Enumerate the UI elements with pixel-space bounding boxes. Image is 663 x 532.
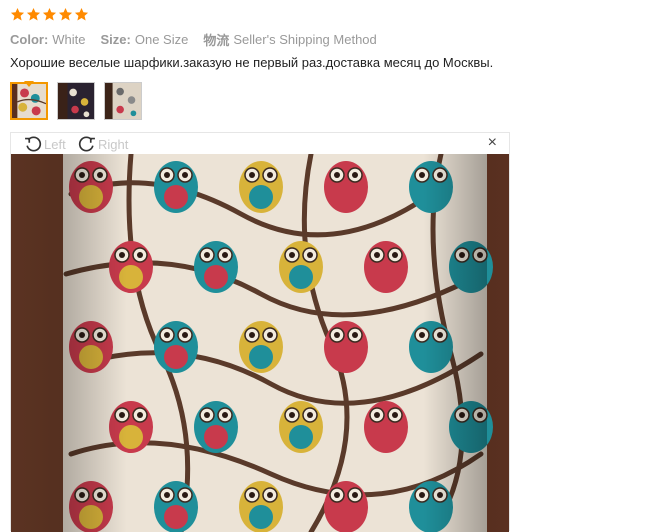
thumbnail-selected[interactable]	[10, 82, 48, 120]
star-icon	[42, 7, 57, 25]
rotate-left-label: Left	[44, 136, 66, 152]
star-icon	[10, 7, 25, 25]
owl-scarf-photo	[11, 154, 509, 532]
attribute-key: Size:	[100, 31, 131, 47]
star-icon	[26, 7, 41, 25]
close-icon[interactable]: ×	[488, 135, 497, 151]
rotate-right-label: Right	[98, 136, 129, 152]
attribute-size: Size: One Size	[101, 32, 189, 47]
rotate-right-button[interactable]: Right	[77, 134, 128, 154]
attribute-value: One Size	[134, 31, 189, 47]
attribute-value: White	[52, 31, 86, 47]
review-photo	[11, 154, 509, 532]
selected-caret-icon	[24, 81, 34, 87]
thumbnail-image	[12, 84, 46, 118]
rotate-left-button[interactable]: Left	[23, 134, 66, 154]
rotate-right-icon	[78, 136, 95, 152]
star-icon	[74, 7, 89, 25]
attribute-key: Color:	[10, 31, 49, 47]
attribute-value: Seller's Shipping Method	[233, 31, 377, 47]
order-attributes: Color: White Size: One Size 物流 Seller's …	[10, 30, 392, 48]
thumbnail-image	[58, 83, 94, 119]
rating-stars	[10, 7, 89, 25]
review-thumbnails	[10, 81, 142, 120]
image-viewer: Left Right ×	[10, 132, 510, 532]
thumbnail[interactable]	[57, 82, 95, 120]
attribute-color: Color: White	[10, 32, 86, 47]
attribute-shipping: 物流 Seller's Shipping Method	[203, 30, 376, 49]
review-text: Хорошие веселые шарфики.заказую не первы…	[10, 55, 494, 70]
thumbnail-image	[105, 83, 141, 119]
star-icon	[58, 7, 73, 25]
rotate-left-icon	[25, 136, 42, 152]
viewer-toolbar: Left Right ×	[11, 133, 509, 154]
thumbnail[interactable]	[104, 82, 142, 120]
attribute-key: 物流	[203, 32, 230, 48]
